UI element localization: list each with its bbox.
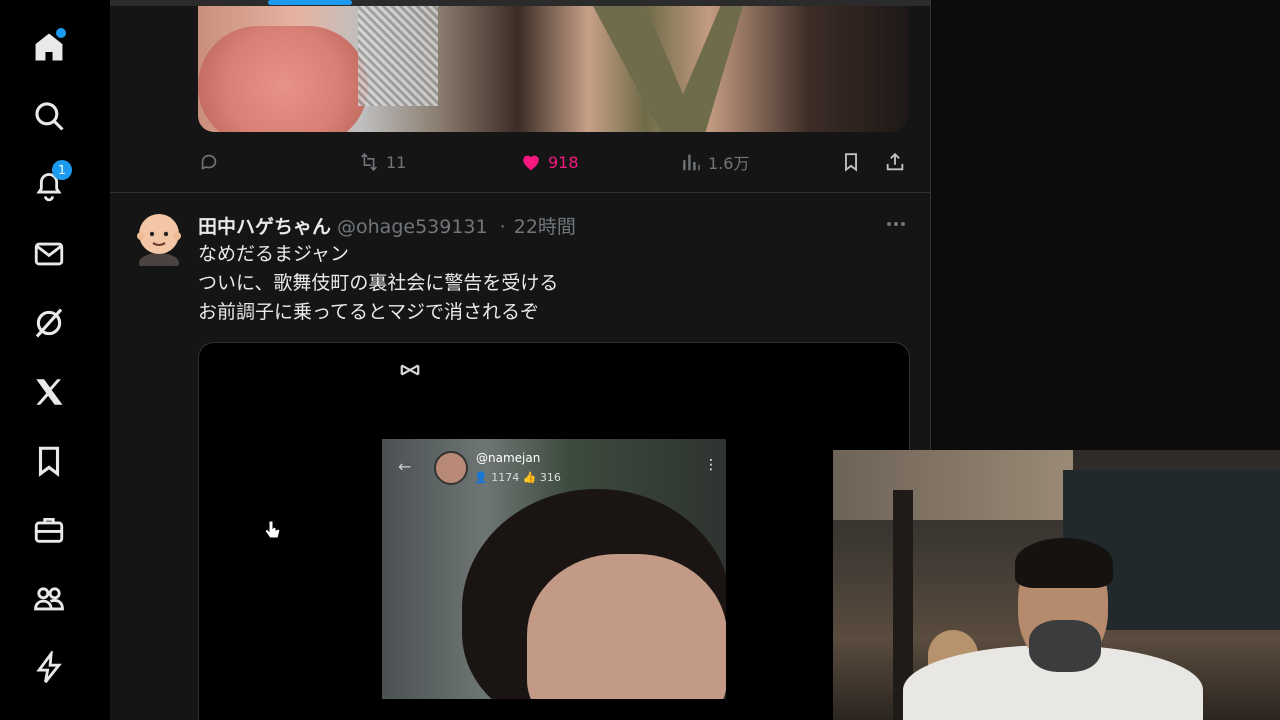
reply-icon: [201, 154, 217, 170]
tweet-line: ついに、歌舞伎町の裏社会に警告を受ける: [198, 272, 559, 294]
top-edge: [110, 0, 930, 6]
messages-envelope-icon[interactable]: [28, 233, 70, 275]
webcam-ceiling: [833, 450, 1073, 520]
capcut-logo-icon: [400, 364, 420, 376]
jobs-briefcase-icon[interactable]: [28, 509, 70, 551]
kebab-menu-icon: ⋮: [704, 457, 718, 473]
home-icon[interactable]: [28, 26, 70, 68]
more-options-icon[interactable]: [884, 212, 910, 238]
webcam-face-mask: [1029, 620, 1101, 672]
tweet-divider: [110, 192, 930, 193]
subtitle-overlay: [0, 684, 833, 700]
media-lace: [358, 6, 438, 106]
user-handle[interactable]: @ohage539131: [337, 216, 488, 238]
tweet-line: なめだるまジャン: [198, 243, 350, 265]
retweet-button[interactable]: 11: [358, 140, 406, 184]
top-tab-indicator: [268, 0, 352, 5]
communities-icon[interactable]: [28, 578, 70, 620]
live-user-avatar: [434, 451, 468, 485]
share-icon: [886, 152, 904, 171]
media-scarf: [593, 6, 743, 132]
tweet-line: お前調子に乗ってるとマジで消されるぞ: [198, 301, 540, 323]
streamer-webcam: [833, 450, 1280, 720]
display-name[interactable]: 田中ハゲちゃん: [198, 216, 331, 238]
bookmark-button[interactable]: [840, 140, 862, 184]
x-logo-icon[interactable]: [28, 371, 70, 413]
home-badge-dot: [56, 28, 66, 38]
live-viewers: 1174: [491, 471, 520, 484]
bookmarks-icon[interactable]: [28, 440, 70, 482]
notification-count-badge: 1: [52, 160, 72, 180]
notifications-bell-icon[interactable]: 1: [28, 160, 72, 206]
bookmark-icon: [845, 153, 857, 172]
tweet-time[interactable]: 22時間: [514, 216, 576, 238]
tweet-video-player[interactable]: ← @namejan 👤 1174 👍 316 ⋮: [198, 342, 910, 720]
live-likes: 316: [539, 471, 561, 484]
grok-icon[interactable]: [28, 302, 70, 344]
explore-search-icon[interactable]: [28, 95, 70, 137]
sidebar-nav: 1: [0, 0, 111, 720]
views-chart-icon: [683, 154, 700, 171]
avatar[interactable]: [134, 208, 184, 273]
embedded-live-video: ← @namejan 👤 1174 👍 316 ⋮: [382, 439, 726, 699]
person-icon: 👤: [474, 471, 488, 484]
tweet-text: なめだるまジャン ついに、歌舞伎町の裏社会に警告を受ける お前調子に乗ってるとマ…: [198, 240, 898, 327]
hand-cursor-icon: [264, 520, 281, 539]
live-stats: 👤 1174 👍 316: [474, 471, 561, 484]
view-count: 1.6万: [708, 154, 750, 173]
timeline-feed: 11 918 1.6万 田中ハゲちゃん @ohage539131 · 22時間 …: [110, 0, 931, 720]
right-column: [931, 0, 1280, 450]
header-separator: ·: [499, 216, 506, 238]
live-username: @namejan: [476, 451, 541, 465]
like-count: 918: [548, 152, 579, 172]
reply-button[interactable]: [198, 140, 226, 184]
video-person-face: [527, 554, 726, 699]
views-button[interactable]: 1.6万: [680, 140, 749, 184]
retweet-icon: [361, 153, 377, 171]
like-button[interactable]: 918: [520, 140, 579, 184]
tweet-header: 田中ハゲちゃん @ohage539131 · 22時間: [198, 212, 798, 238]
previous-tweet-actions: 11 918 1.6万: [198, 140, 910, 184]
thumbs-icon: 👍: [522, 471, 537, 484]
webcam-person-hair: [1015, 538, 1113, 588]
verified-orgs-lightning-icon[interactable]: [28, 647, 70, 689]
media-finger: [198, 26, 368, 132]
previous-tweet-media[interactable]: [198, 6, 908, 132]
back-arrow-icon: ←: [398, 457, 412, 476]
like-heart-icon: [523, 155, 539, 171]
share-button[interactable]: [884, 140, 906, 184]
retweet-count: 11: [386, 152, 407, 172]
